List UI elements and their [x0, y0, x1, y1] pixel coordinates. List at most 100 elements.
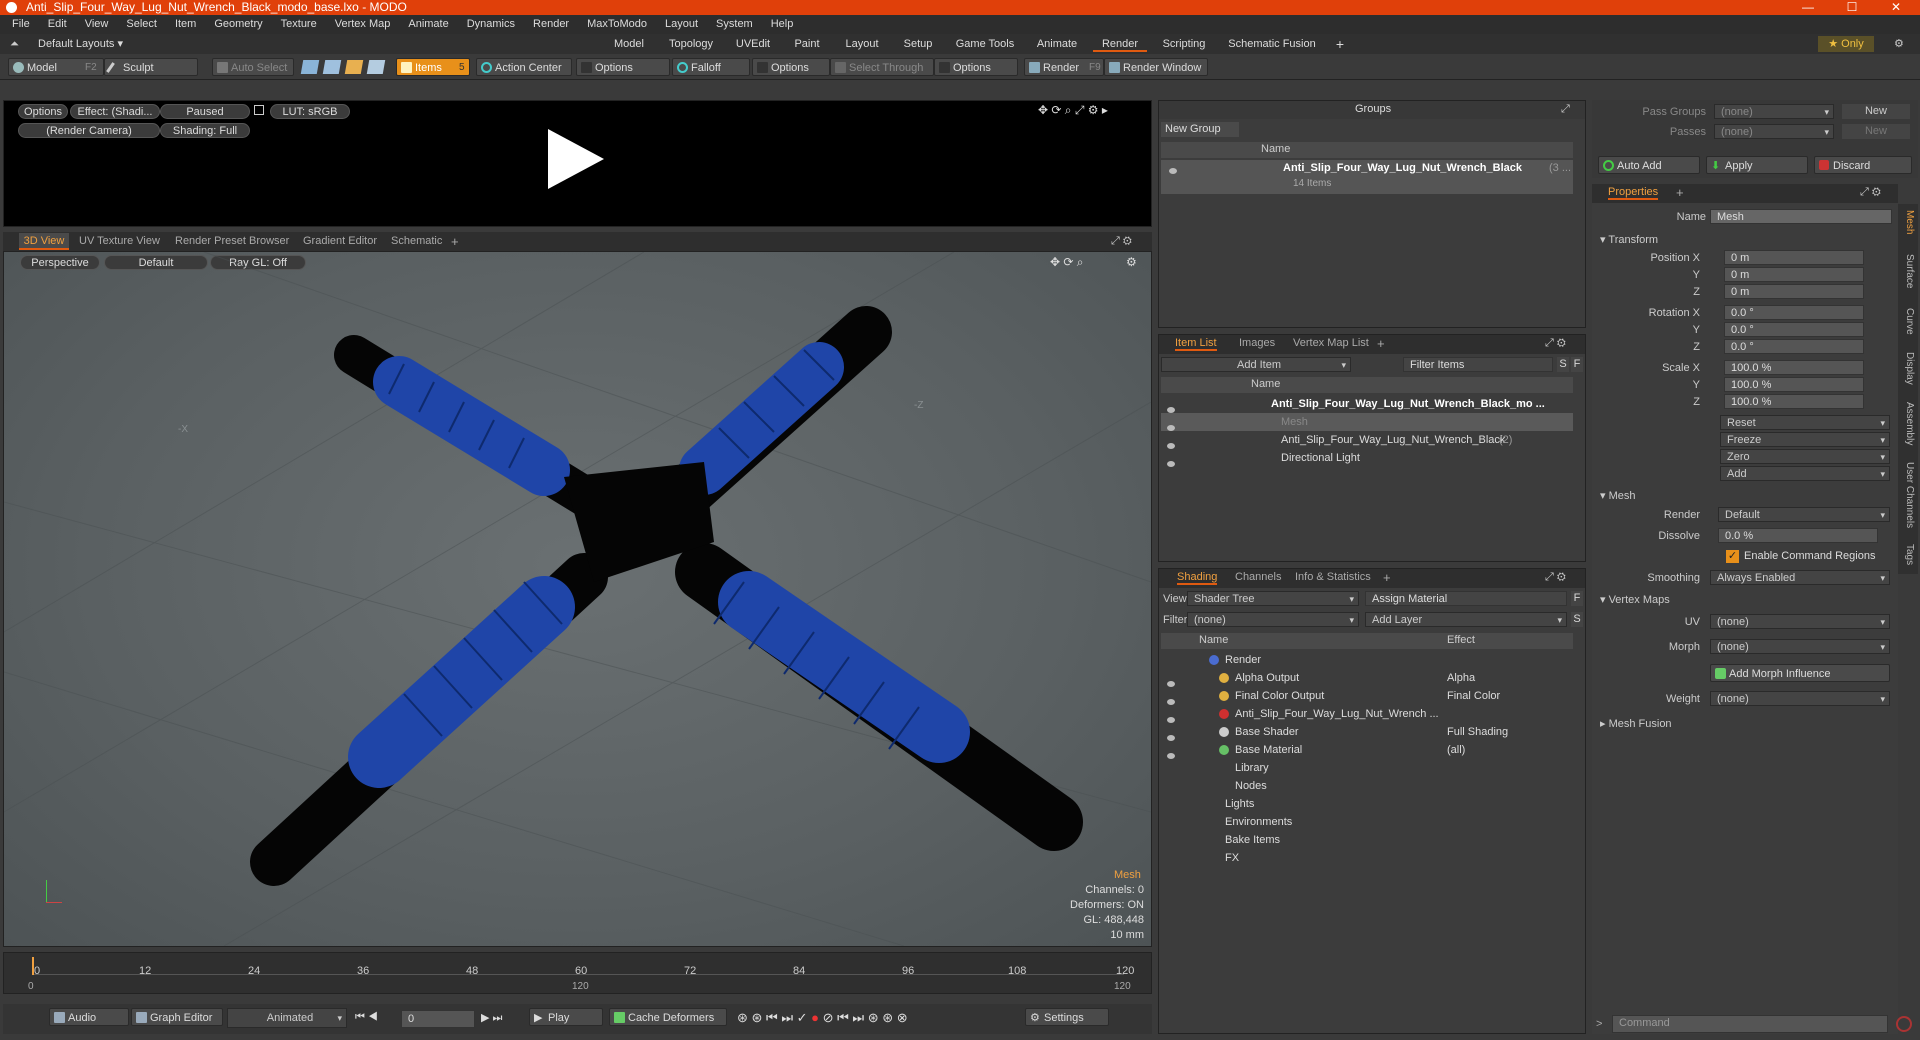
viewport-expand-icon[interactable]: ⤢ ⚙ — [1111, 235, 1132, 248]
tab-schematic-fusion[interactable]: Schematic Fusion — [1221, 36, 1323, 52]
shader-row[interactable]: Base Shader Full Shading — [1161, 723, 1573, 741]
position-x-input[interactable]: 0 m — [1724, 250, 1864, 265]
tab-paint[interactable]: Paint — [785, 36, 829, 52]
menu-system[interactable]: System — [707, 15, 762, 34]
menu-view[interactable]: View — [76, 15, 118, 34]
shader-row[interactable]: Lights — [1161, 795, 1573, 813]
pass-groups-dropdown[interactable]: (none) — [1714, 104, 1834, 120]
side-tab-curve[interactable]: Curve — [1901, 308, 1915, 335]
scale-z-input[interactable]: 100.0 % — [1724, 394, 1864, 409]
smoothing-dropdown[interactable]: Always Enabled — [1710, 570, 1890, 586]
menu-help[interactable]: Help — [762, 15, 803, 34]
menu-dynamics[interactable]: Dynamics — [458, 15, 524, 34]
auto-select-button[interactable]: Auto Select — [212, 58, 294, 76]
minimize-button[interactable]: — — [1788, 0, 1828, 15]
close-button[interactable]: ✕ — [1876, 0, 1916, 15]
render-camera-dropdown[interactable]: (Render Camera) — [18, 123, 160, 138]
preview-tools-icons[interactable]: ✥ ⟳ ⌕ ⤢ ⚙ ▸ — [1038, 103, 1108, 118]
tab-setup[interactable]: Setup — [895, 36, 941, 52]
layout-settings-icon[interactable]: ⚙ — [1894, 37, 1904, 50]
timeline[interactable]: 0 12 24 36 48 60 72 84 96 108 120 0 120 … — [3, 952, 1152, 994]
sculpt-mode-button[interactable]: Sculpt — [104, 58, 198, 76]
shader-row-effect[interactable]: (all) — [1447, 741, 1567, 759]
shader-row[interactable]: Nodes — [1161, 777, 1573, 795]
maximize-button[interactable]: ☐ — [1832, 0, 1872, 15]
falloff-options-button[interactable]: Options — [752, 58, 830, 76]
tab-render-preset-browser[interactable]: Render Preset Browser — [175, 235, 289, 247]
name-input[interactable]: Mesh — [1710, 209, 1892, 224]
render-button[interactable]: Render F9 — [1024, 58, 1104, 76]
tab-scripting[interactable]: Scripting — [1155, 36, 1213, 52]
layout-collapse-icon[interactable]: ⏶ — [10, 38, 19, 51]
filter-dropdown[interactable]: (none) — [1187, 612, 1359, 628]
select-through-options-button[interactable]: Options — [934, 58, 1018, 76]
render-window-button[interactable]: Render Window — [1104, 58, 1208, 76]
lock-icon[interactable] — [254, 105, 264, 115]
menu-select[interactable]: Select — [117, 15, 166, 34]
tab-shading[interactable]: Shading — [1177, 571, 1218, 585]
mesh-fusion-section[interactable]: ▸ Mesh Fusion — [1600, 717, 1672, 730]
materials-mode-icon[interactable] — [366, 60, 386, 74]
position-z-input[interactable]: 0 m — [1724, 284, 1864, 299]
scale-x-input[interactable]: 100.0 % — [1724, 360, 1864, 375]
wrench-model[interactable] — [4, 252, 1151, 946]
side-tab-surface[interactable]: Surface — [1901, 254, 1915, 288]
shader-row-effect[interactable]: Final Color — [1447, 687, 1567, 705]
menu-item[interactable]: Item — [166, 15, 205, 34]
cache-deformers-button[interactable]: Cache Deformers — [609, 1008, 727, 1026]
visibility-eye-icon[interactable] — [1169, 165, 1177, 177]
tab-topology[interactable]: Topology — [661, 36, 721, 52]
tab-item-list[interactable]: Item List — [1175, 337, 1217, 351]
position-y-input[interactable]: 0 m — [1724, 267, 1864, 282]
shading-f-button[interactable]: F — [1571, 591, 1583, 606]
shader-row[interactable]: Final Color Output Final Color — [1161, 687, 1573, 705]
falloff-button[interactable]: Falloff — [672, 58, 750, 76]
menu-geometry[interactable]: Geometry — [205, 15, 271, 34]
morph-dropdown[interactable]: (none) — [1710, 639, 1890, 655]
shader-row[interactable]: FX — [1161, 849, 1573, 867]
add-properties-tab[interactable]: + — [1676, 185, 1684, 200]
shader-row-effect[interactable]: Full Shading — [1447, 723, 1567, 741]
shader-row[interactable]: Library — [1161, 759, 1573, 777]
menu-edit[interactable]: Edit — [39, 15, 76, 34]
action-center-button[interactable]: Action Center — [476, 58, 572, 76]
menu-vertex-map[interactable]: Vertex Map — [326, 15, 400, 34]
add-transform-dropdown[interactable]: Add — [1720, 466, 1890, 482]
only-toggle[interactable]: ★ Only — [1818, 36, 1874, 52]
new-pass-button[interactable]: New — [1842, 124, 1910, 139]
enable-command-regions-checkbox[interactable]: ✓ Enable Command Regions — [1722, 549, 1892, 565]
shader-row[interactable]: Render — [1161, 651, 1573, 669]
paused-toggle[interactable]: Paused — [160, 104, 250, 119]
render-dropdown[interactable]: Default — [1718, 507, 1890, 523]
auto-add-button[interactable]: Auto Add — [1598, 156, 1700, 174]
item-row[interactable]: Directional Light — [1161, 449, 1573, 467]
filter-s-button[interactable]: S — [1557, 357, 1569, 372]
group-row[interactable]: Anti_Slip_Four_Way_Lug_Nut_Wrench_Black … — [1161, 160, 1573, 194]
shader-row-effect[interactable]: Alpha — [1447, 669, 1567, 687]
visibility-eye-icon[interactable] — [1167, 455, 1175, 473]
add-item-dropdown[interactable]: Add Item — [1161, 357, 1351, 373]
tab-layout[interactable]: Layout — [837, 36, 887, 52]
side-tab-mesh[interactable]: Mesh — [1901, 210, 1915, 234]
shading-expand-icon[interactable]: ⤢ ⚙ — [1545, 571, 1566, 584]
filter-f-button[interactable]: F — [1571, 357, 1583, 372]
shader-row[interactable]: Anti_Slip_Four_Way_Lug_Nut_Wrench ... — [1161, 705, 1573, 723]
side-tab-user-channels[interactable]: User Channels — [1901, 462, 1915, 528]
reset-dropdown[interactable]: Reset — [1720, 415, 1890, 431]
scale-y-input[interactable]: 100.0 % — [1724, 377, 1864, 392]
menu-texture[interactable]: Texture — [272, 15, 326, 34]
action-center-options-button[interactable]: Options — [576, 58, 670, 76]
tab-game-tools[interactable]: Game Tools — [949, 36, 1021, 52]
preview-options-button[interactable]: Options — [18, 104, 68, 119]
command-expand-icon[interactable]: > — [1596, 1018, 1602, 1030]
assign-material-button[interactable]: Assign Material — [1365, 591, 1567, 606]
freeze-dropdown[interactable]: Freeze — [1720, 432, 1890, 448]
tab-3d-view[interactable]: 3D View — [19, 233, 69, 250]
tab-uvedit[interactable]: UVEdit — [729, 36, 777, 52]
shader-row[interactable]: Environments — [1161, 813, 1573, 831]
tab-vertex-map-list[interactable]: Vertex Map List — [1293, 337, 1369, 349]
item-row[interactable]: Mesh — [1161, 413, 1573, 431]
shader-row[interactable]: Alpha Output Alpha — [1161, 669, 1573, 687]
discard-button[interactable]: Discard — [1814, 156, 1912, 174]
menu-file[interactable]: File — [3, 15, 39, 34]
